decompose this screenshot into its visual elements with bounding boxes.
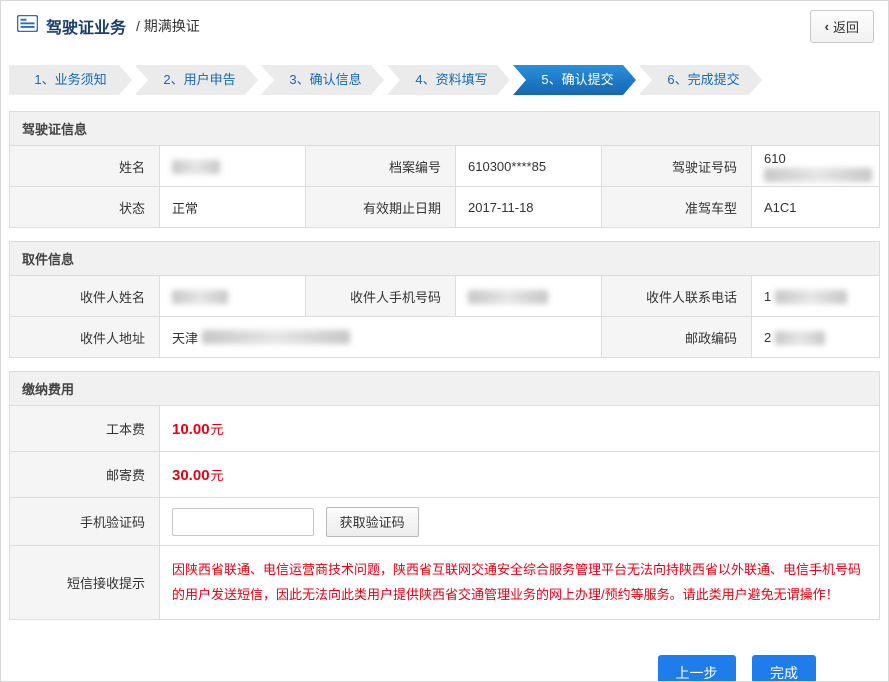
license-no-visible-part: 610 (764, 151, 786, 166)
class-label: 准驾车型 (602, 187, 752, 228)
license-no-label: 驾驶证号码 (602, 146, 752, 187)
sms-code-cell: 获取验证码 (160, 498, 880, 546)
chevron-left-icon: ‹ (825, 19, 829, 34)
redacted-name-value (172, 160, 220, 174)
mail-fee-amount: 30.00 (172, 467, 210, 484)
file-no-value: 610300****85 (456, 146, 602, 187)
production-fee-unit: 元 (211, 422, 224, 437)
postal-code-visible-part: 2 (764, 330, 771, 345)
recipient-name-label: 收件人姓名 (10, 276, 160, 317)
breadcrumb: 驾驶证业务 / 期满换证 (17, 14, 200, 38)
license-no-value: 610 (752, 146, 880, 187)
recipient-mobile-value (456, 276, 602, 317)
table-row: 收件人姓名 收件人手机号码 收件人联系电话 1 (10, 276, 880, 317)
license-info-table: 姓名 档案编号 610300****85 驾驶证号码 610 状态 正常 有效期 (9, 145, 880, 228)
recipient-name-value (160, 276, 306, 317)
pickup-info-table: 收件人姓名 收件人手机号码 收件人联系电话 1 收件人地址 (9, 275, 880, 358)
step-wizard: 1、业务须知 2、用户申告 3、确认信息 4、资料填写 5、确认提交 6、完成提… (1, 51, 888, 111)
fee-section-title: 缴纳费用 (9, 371, 880, 406)
step-business-notice[interactable]: 1、业务须知 (9, 65, 132, 95)
mail-fee-value: 30.00元 (160, 452, 880, 498)
production-fee-amount: 10.00 (172, 421, 210, 438)
table-row: 姓名 档案编号 610300****85 驾驶证号码 610 (10, 146, 880, 187)
license-info-section: 驾驶证信息 姓名 档案编号 610300****85 驾驶证号码 61 (9, 111, 880, 228)
recipient-address-label: 收件人地址 (10, 317, 160, 358)
pickup-info-title: 取件信息 (9, 241, 880, 276)
page-subtitle: / 期满换证 (136, 16, 200, 36)
table-row: 收件人地址 天津 邮政编码 2 (10, 317, 880, 358)
step-fill-data[interactable]: 4、资料填写 (387, 65, 510, 95)
step-complete-submit[interactable]: 6、完成提交 (639, 65, 762, 95)
redacted-postal-code (775, 331, 825, 345)
table-row: 手机验证码 获取验证码 (10, 498, 880, 546)
sms-code-label: 手机验证码 (10, 498, 160, 546)
sms-notice-label: 短信接收提示 (10, 546, 160, 620)
recipient-address-visible-part: 天津 (172, 331, 198, 346)
step-user-declaration[interactable]: 2、用户申告 (135, 65, 258, 95)
recipient-address-value: 天津 (160, 317, 602, 358)
name-label: 姓名 (10, 146, 160, 187)
footer-actions: 上一步 完成 (9, 633, 880, 682)
sms-notice-cell: 因陕西省联通、电信运营商技术问题，陕西省互联网交通安全综合服务管理平台无法向持陕… (160, 546, 880, 620)
expiry-value: 2017-11-18 (456, 187, 602, 228)
back-button-label: 返回 (833, 17, 859, 36)
step-confirm-info[interactable]: 3、确认信息 (261, 65, 384, 95)
sms-code-input[interactable] (172, 508, 314, 536)
production-fee-value: 10.00元 (160, 406, 880, 452)
step-confirm-submit[interactable]: 5、确认提交 (513, 65, 636, 95)
production-fee-label: 工本费 (10, 406, 160, 452)
fee-table: 工本费 10.00元 邮寄费 30.00元 手机验证码 获取验证码 (9, 405, 880, 620)
postal-code-label: 邮政编码 (602, 317, 752, 358)
page-title: 驾驶证业务 (46, 14, 126, 38)
prev-step-button[interactable]: 上一步 (658, 655, 736, 682)
main-content: 驾驶证信息 姓名 档案编号 610300****85 驾驶证号码 61 (1, 111, 888, 682)
class-value: A1C1 (752, 187, 880, 228)
pickup-info-section: 取件信息 收件人姓名 收件人手机号码 收件人联系电话 (9, 241, 880, 358)
page: 驾驶证业务 / 期满换证 ‹ 返回 1、业务须知 2、用户申告 3、确认信息 4… (0, 0, 889, 682)
recipient-phone-label: 收件人联系电话 (602, 276, 752, 317)
mail-fee-label: 邮寄费 (10, 452, 160, 498)
recipient-phone-value: 1 (752, 276, 880, 317)
redacted-recipient-address (202, 330, 350, 344)
expiry-label: 有效期止日期 (306, 187, 456, 228)
postal-code-value: 2 (752, 317, 880, 358)
get-sms-code-button[interactable]: 获取验证码 (326, 507, 419, 537)
redacted-recipient-phone (775, 290, 847, 304)
sms-notice-text: 因陕西省联通、电信运营商技术问题，陕西省互联网交通安全综合服务管理平台无法向持陕… (172, 558, 865, 607)
mail-fee-unit: 元 (211, 468, 224, 483)
redacted-recipient-mobile (468, 290, 548, 304)
finish-button[interactable]: 完成 (752, 655, 816, 682)
status-label: 状态 (10, 187, 160, 228)
redacted-recipient-name (172, 290, 228, 304)
file-no-label: 档案编号 (306, 146, 456, 187)
fee-section: 缴纳费用 工本费 10.00元 邮寄费 30.00元 手机验证码 (9, 371, 880, 620)
license-service-icon (17, 15, 38, 37)
recipient-phone-visible-part: 1 (764, 289, 771, 304)
back-button[interactable]: ‹ 返回 (810, 10, 874, 43)
name-value (160, 146, 306, 187)
table-row: 短信接收提示 因陕西省联通、电信运营商技术问题，陕西省互联网交通安全综合服务管理… (10, 546, 880, 620)
recipient-mobile-label: 收件人手机号码 (306, 276, 456, 317)
license-info-title: 驾驶证信息 (9, 111, 880, 146)
status-value: 正常 (160, 187, 306, 228)
redacted-license-no (764, 168, 872, 182)
table-row: 邮寄费 30.00元 (10, 452, 880, 498)
topbar: 驾驶证业务 / 期满换证 ‹ 返回 (1, 1, 888, 51)
table-row: 工本费 10.00元 (10, 406, 880, 452)
table-row: 状态 正常 有效期止日期 2017-11-18 准驾车型 A1C1 (10, 187, 880, 228)
